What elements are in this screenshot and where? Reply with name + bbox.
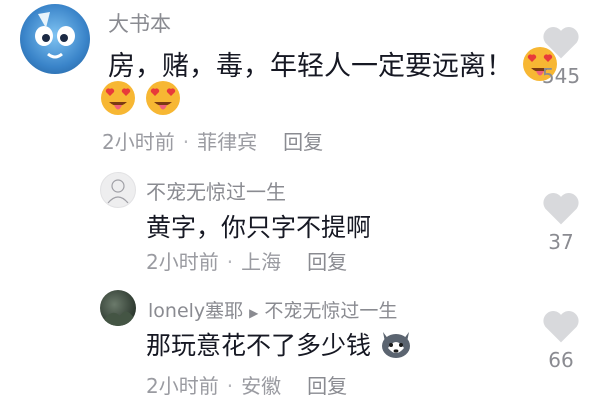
avatar[interactable]: [20, 4, 90, 74]
reply-to-arrow-icon: ▶: [249, 306, 259, 320]
separator-dot: ·: [182, 130, 190, 154]
heart-icon: [543, 311, 579, 343]
comment-item: lonely塞耶 ▶ 不宠无惊过一生 那玩意花不了多少钱 2小时前 · 安徽 回复 66: [0, 280, 600, 401]
comment-text-body: 房，赌，毒，年轻人一定要远离！: [108, 51, 513, 82]
avatar[interactable]: [100, 172, 136, 208]
like-button[interactable]: 37: [536, 190, 586, 254]
reply-button[interactable]: 回复: [283, 130, 323, 154]
like-count: 545: [541, 64, 581, 88]
comment-location: 安徽: [241, 374, 282, 398]
reply-button[interactable]: 回复: [307, 250, 347, 274]
comment-text: 黄字，你只字不提啊: [146, 213, 372, 242]
heart-icon: [543, 193, 579, 225]
husky-dog-emoji-icon: [379, 328, 413, 366]
heart-eyes-tongue-emoji-icon: [100, 80, 136, 120]
separator-dot: ·: [226, 374, 234, 398]
comment-time: 2小时前: [102, 130, 175, 154]
comment-username[interactable]: 不宠无惊过一生: [146, 176, 286, 205]
comment-meta: 2小时前 · 上海 回复: [146, 246, 347, 275]
comment-item: 大书本 房，赌，毒，年轻人一定要远离！ 2小时前 · 菲律宾 回复 545: [0, 0, 600, 160]
reply-target[interactable]: 不宠无惊过一生: [264, 300, 397, 322]
heart-eyes-tongue-emoji-icon: [145, 80, 181, 120]
reply-button[interactable]: 回复: [307, 374, 347, 398]
dark-photo-avatar-icon: [104, 311, 134, 326]
comment-time: 2小时前: [146, 374, 219, 398]
comment-location: 上海: [241, 250, 282, 274]
like-count: 66: [548, 348, 574, 372]
comment-meta: 2小时前 · 菲律宾 回复: [102, 126, 323, 155]
emoji-row: [100, 80, 181, 120]
avatar[interactable]: [100, 290, 136, 326]
comment-meta: 2小时前 · 安徽 回复: [146, 370, 347, 399]
comment-text: 那玩意花不了多少钱: [146, 326, 413, 366]
comment-username[interactable]: 大书本: [108, 8, 171, 38]
sketch-avatar-icon: [107, 179, 129, 204]
comment-text-body: 那玩意花不了多少钱: [146, 331, 372, 360]
comment-time: 2小时前: [146, 250, 219, 274]
comment-location: 菲律宾: [197, 130, 258, 154]
blue-creature-avatar-icon: [35, 12, 75, 59]
reply-author[interactable]: lonely塞耶: [148, 300, 243, 322]
like-button[interactable]: 545: [536, 24, 586, 88]
separator-dot: ·: [226, 250, 234, 274]
like-button[interactable]: 66: [536, 308, 586, 372]
heart-icon: [543, 27, 579, 59]
comment-username: lonely塞耶 ▶ 不宠无惊过一生: [148, 296, 397, 323]
like-count: 37: [548, 230, 574, 254]
comment-item: 不宠无惊过一生 黄字，你只字不提啊 2小时前 · 上海 回复 37: [0, 160, 600, 280]
